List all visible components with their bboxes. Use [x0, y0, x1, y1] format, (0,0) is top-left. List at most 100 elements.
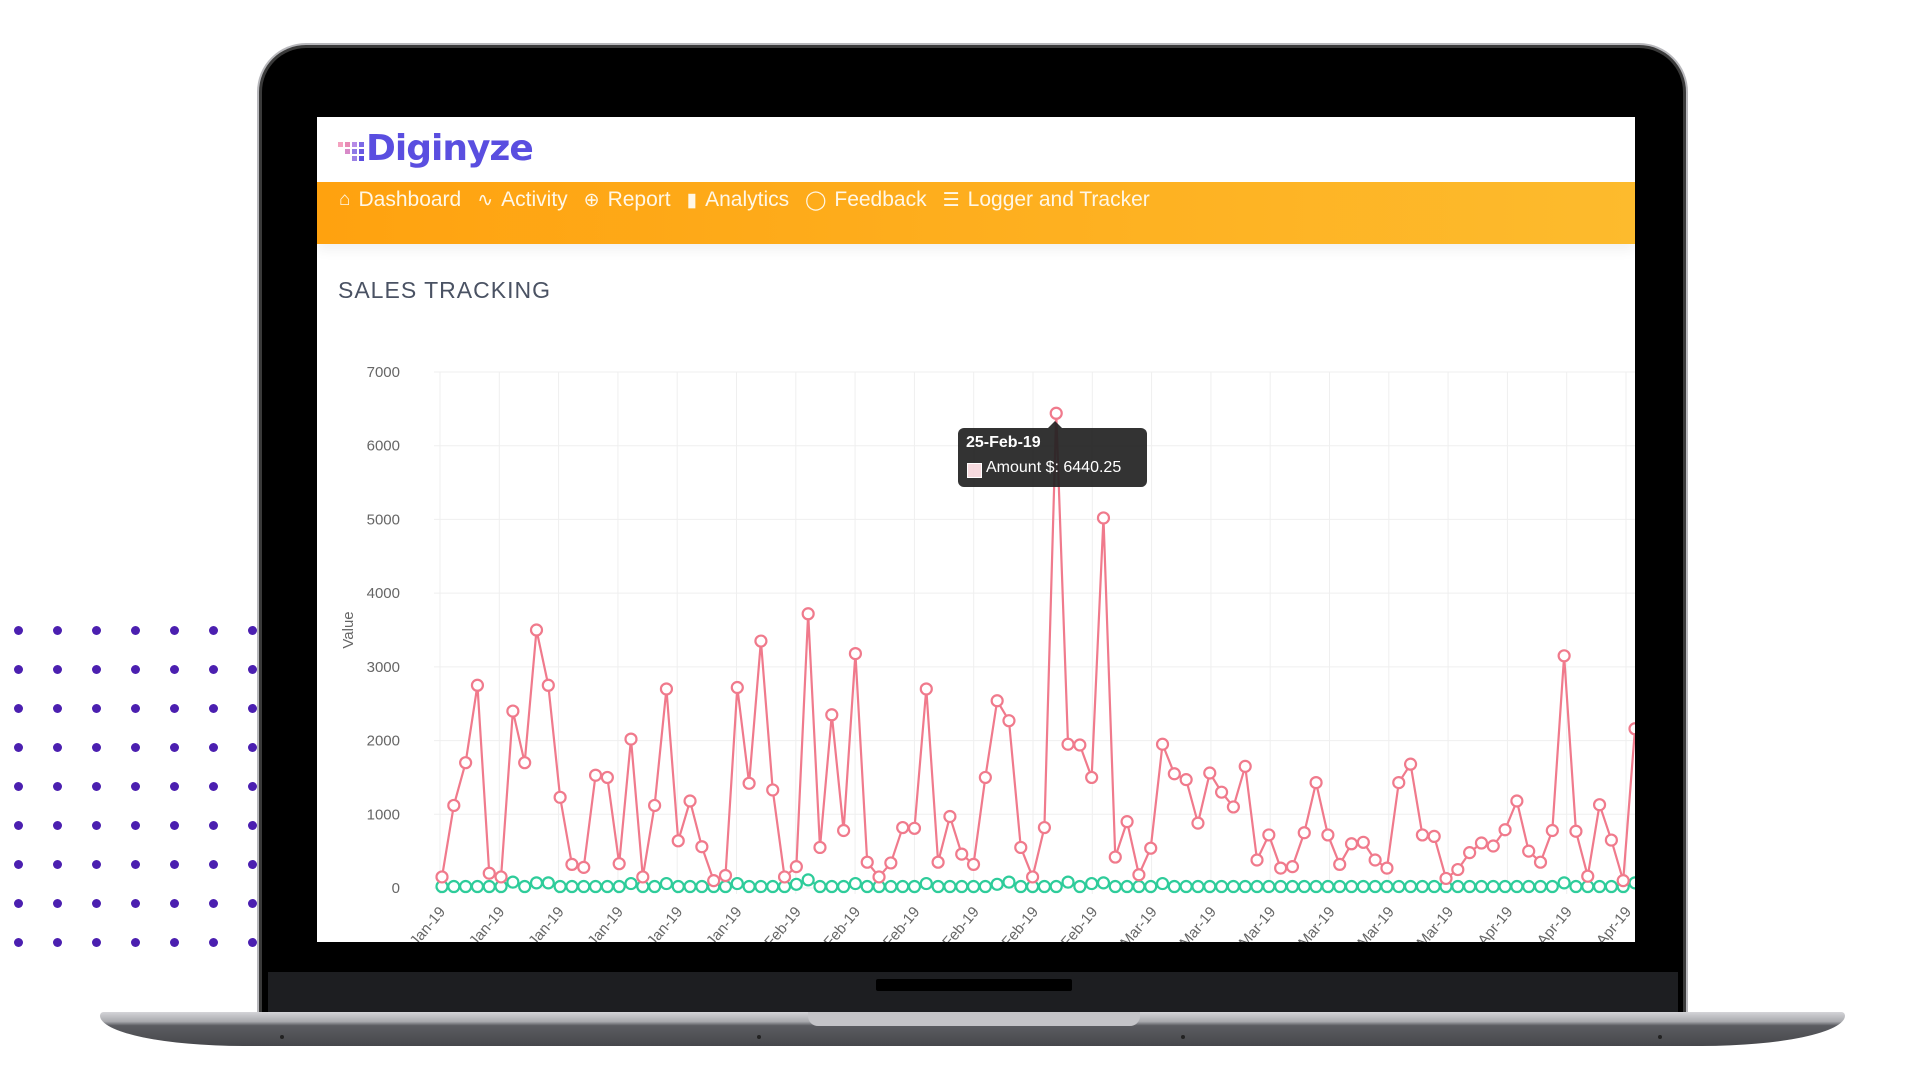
data-point: [695, 840, 709, 854]
data-point: [1557, 649, 1571, 663]
data-point: [919, 682, 933, 696]
decorative-dot: [248, 665, 257, 674]
data-point: [1250, 879, 1264, 894]
x-tick-label: Mar-19: [1414, 904, 1458, 942]
data-point: [730, 876, 744, 891]
data-point: [789, 877, 803, 891]
data-point: [1380, 879, 1394, 894]
data-point: [1191, 816, 1205, 830]
data-point: [1096, 876, 1111, 890]
decorative-dot: [14, 665, 23, 674]
data-point: [1132, 868, 1146, 882]
data-point: [577, 879, 591, 894]
x-tick-label: Mar-19: [1176, 904, 1220, 942]
data-point: [907, 879, 922, 894]
decorative-dot: [53, 704, 62, 713]
data-point: [518, 879, 532, 894]
nav-item-dashboard[interactable]: ⌂ Dashboard: [339, 188, 461, 212]
data-point: [931, 879, 945, 894]
decorative-dot: [14, 821, 23, 830]
data-point: [671, 834, 685, 848]
decorative-dot: [170, 821, 179, 830]
data-point: [1014, 879, 1028, 894]
decorative-dot: [248, 860, 257, 869]
data-point: [1344, 879, 1359, 894]
data-point: [1628, 722, 1635, 736]
nav-item-report[interactable]: ⊕ Report: [584, 188, 671, 212]
laptop-foot: [757, 1035, 761, 1039]
tooltip-value: Amount $: 6440.25: [986, 459, 1122, 476]
x-tick-label: Feb-19: [1058, 904, 1102, 942]
data-point: [1545, 879, 1559, 894]
decorative-dot: [53, 938, 62, 947]
decorative-dot: [53, 782, 62, 791]
data-point: [825, 708, 839, 722]
data-point: [1085, 876, 1099, 891]
data-point: [1285, 860, 1300, 874]
data-point: [1533, 879, 1548, 894]
data-point: [659, 876, 674, 891]
y-tick-label: 5000: [367, 511, 400, 528]
data-point: [1108, 850, 1122, 864]
data-point: [1392, 879, 1406, 894]
data-point: [636, 870, 650, 884]
tooltip-pointer: [1048, 421, 1062, 428]
nav-item-label: Analytics: [705, 188, 790, 211]
data-point: [1108, 879, 1122, 894]
logo[interactable]: Diginyze: [338, 128, 534, 169]
data-point: [1533, 855, 1548, 869]
nav-item-label: Dashboard: [358, 188, 462, 211]
x-tick-label: Jan-19: [407, 904, 450, 942]
data-point: [1167, 767, 1181, 781]
data-point: [1061, 737, 1075, 751]
data-point: [1226, 800, 1240, 814]
data-point: [588, 768, 603, 782]
data-point: [1238, 879, 1252, 894]
data-point: [966, 857, 981, 872]
nav-item-feedback[interactable]: ◯ Feedback: [805, 188, 927, 212]
data-point: [1474, 879, 1489, 894]
data-point: [884, 879, 898, 894]
data-point: [1096, 511, 1111, 525]
decorative-dot: [209, 743, 218, 752]
data-point: [896, 820, 910, 835]
nav-item-activity[interactable]: ∿ Activity: [477, 188, 567, 212]
decorative-dot: [131, 743, 140, 752]
data-point: [1049, 879, 1063, 894]
data-point: [553, 879, 567, 894]
data-point: [990, 877, 1004, 891]
x-tick-label: Mar-19: [1236, 904, 1280, 942]
nav-item-label: Feedback: [834, 188, 927, 211]
data-point: [447, 879, 461, 894]
decorative-dot: [248, 782, 257, 791]
data-point: [1592, 879, 1607, 894]
home-icon: ⌂: [339, 189, 351, 210]
data-point: [1144, 879, 1158, 894]
data-point: [896, 879, 910, 894]
data-point: [742, 879, 756, 894]
laptop-hinge-notch: [876, 979, 1072, 991]
data-point: [1285, 879, 1300, 894]
data-point: [565, 857, 579, 872]
decorative-dot: [248, 704, 257, 713]
decorative-dot: [14, 743, 23, 752]
data-point: [541, 876, 555, 890]
decorative-dot: [14, 899, 23, 908]
decorative-dot: [209, 665, 218, 674]
data-point: [1604, 833, 1618, 847]
data-point: [1203, 879, 1217, 894]
nav-item-analytics[interactable]: ▮ Analytics: [687, 188, 790, 212]
decorative-dot: [170, 665, 179, 674]
decorative-dot: [170, 860, 179, 869]
data-point: [801, 607, 815, 621]
data-point: [1427, 829, 1441, 843]
decorative-dot: [248, 938, 257, 947]
decorative-dot: [92, 782, 101, 791]
data-point: [494, 870, 508, 884]
data-point: [837, 823, 851, 838]
data-point: [1522, 879, 1536, 894]
data-point: [789, 860, 803, 874]
nav-item-logger-and-tracker[interactable]: ☰ Logger and Tracker: [943, 188, 1150, 212]
decorative-dot: [170, 938, 179, 947]
y-tick-label: 4000: [367, 585, 400, 602]
